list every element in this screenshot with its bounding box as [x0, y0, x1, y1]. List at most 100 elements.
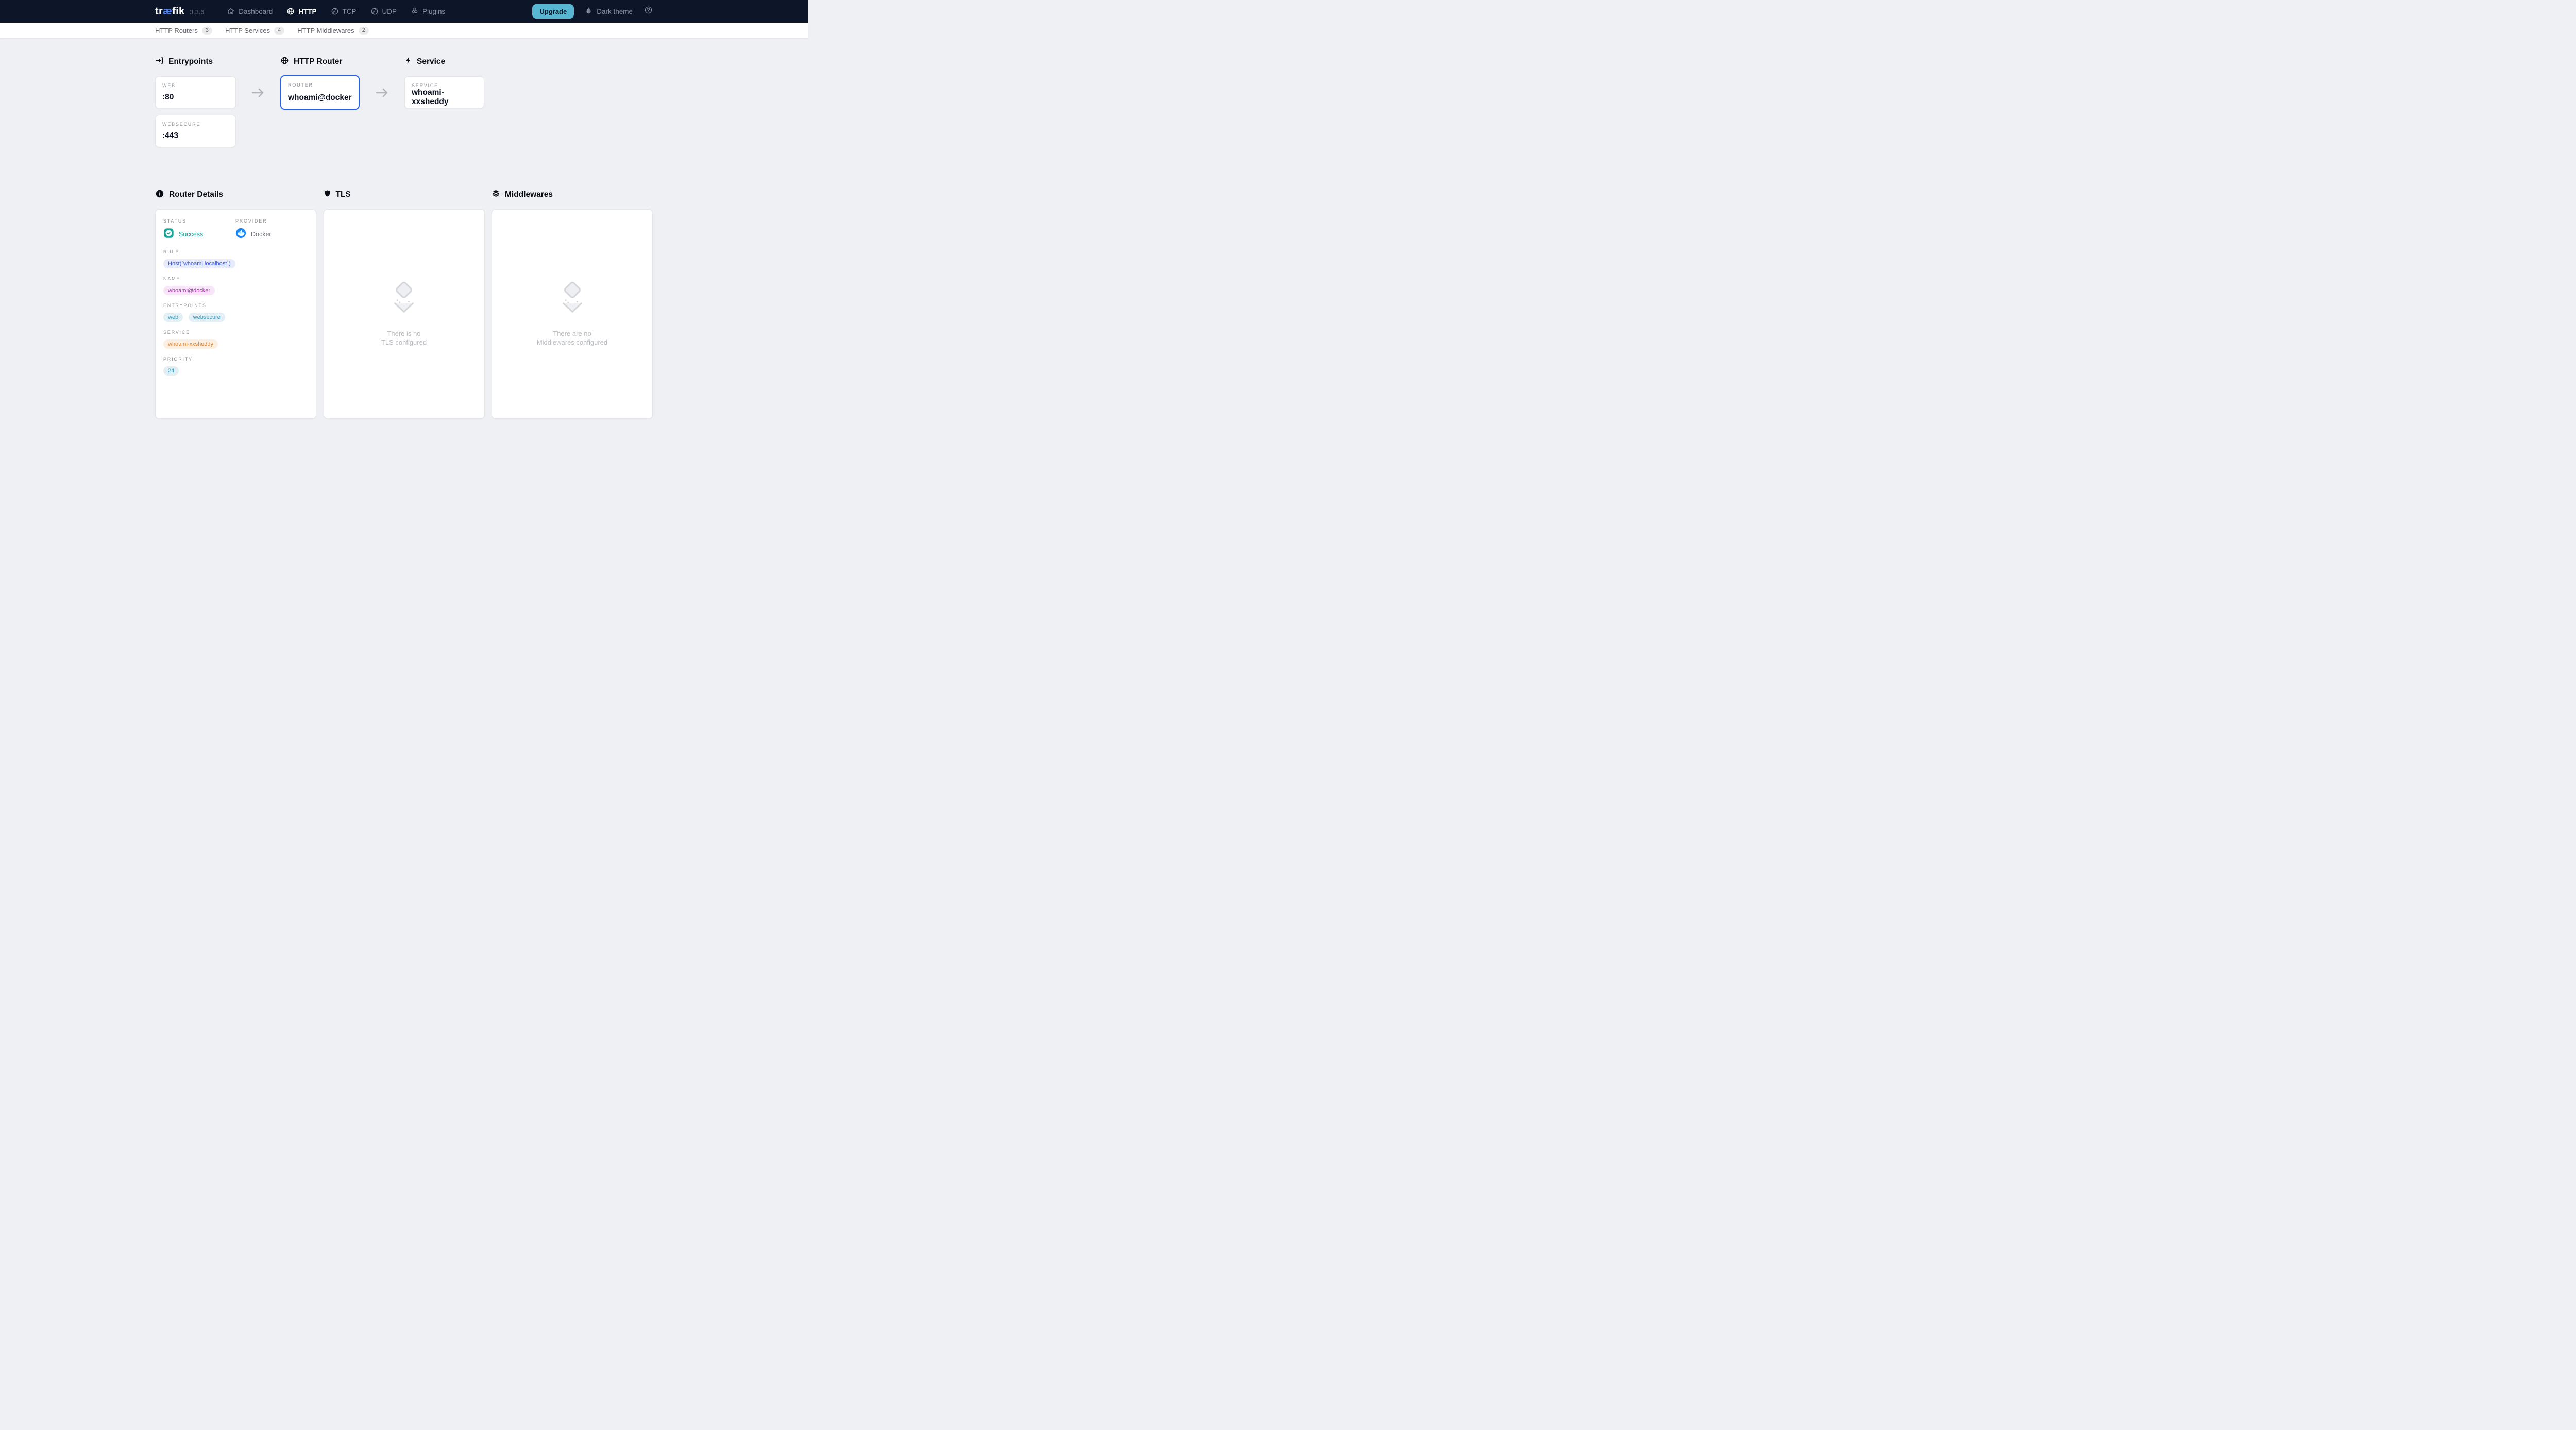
service-section-title: Service	[404, 57, 484, 66]
name-field: NAME whoami@docker	[163, 276, 308, 295]
cubes-icon	[411, 7, 419, 15]
provider-value: Docker	[251, 231, 272, 238]
lightning-icon	[404, 56, 412, 67]
priority-label: PRIORITY	[163, 356, 308, 362]
service-value-pill: whoami-xxsheddy	[163, 339, 218, 349]
router-details-card: STATUS Success	[155, 209, 316, 419]
section-title-text: Router Details	[169, 190, 223, 199]
help-button[interactable]	[644, 6, 653, 17]
tab-http-services[interactable]: HTTP Services 4	[225, 27, 284, 35]
top-navbar: træfik 3.3.6 Dashboard HTTP	[0, 0, 808, 23]
nav-item-http[interactable]: HTTP	[286, 7, 316, 15]
globe-icon	[286, 7, 295, 15]
nav-label: Dashboard	[239, 8, 273, 15]
entrypoint-pill-websecure: websecure	[189, 313, 225, 322]
nav-item-dashboard[interactable]: Dashboard	[227, 7, 273, 15]
logo-text: træfik	[155, 6, 184, 18]
nav-item-tcp[interactable]: TCP	[331, 7, 357, 15]
card-label: WEB	[162, 83, 229, 88]
empty-layers-icon	[387, 281, 420, 316]
tab-label: HTTP Middlewares	[297, 27, 354, 35]
info-icon	[155, 189, 164, 201]
router-section-title: HTTP Router	[280, 57, 360, 66]
card-value: :80	[162, 93, 229, 102]
service-label: SERVICE	[163, 330, 308, 335]
theme-label: Dark theme	[597, 8, 633, 15]
connector-icon	[331, 7, 339, 15]
tls-column: TLS There is no TLS configured	[324, 190, 485, 419]
tab-http-routers[interactable]: HTTP Routers 3	[155, 27, 212, 35]
card-value: whoami-xxsheddy	[412, 88, 477, 107]
tab-count-badge: 2	[359, 27, 369, 35]
entrypoint-pill-web: web	[163, 313, 183, 322]
theme-toggle[interactable]: Dark theme	[585, 7, 633, 16]
router-details-title: Router Details	[155, 190, 316, 199]
tab-http-middlewares[interactable]: HTTP Middlewares 2	[297, 27, 368, 35]
name-value-pill: whoami@docker	[163, 286, 215, 295]
status-field: STATUS Success	[163, 218, 235, 241]
home-icon	[227, 7, 235, 15]
provider-label: PROVIDER	[235, 218, 308, 224]
tab-label: HTTP Routers	[155, 27, 198, 35]
middlewares-column: Middlewares There are no Middlewares co	[492, 190, 653, 419]
empty-layers-icon	[556, 281, 589, 316]
rule-label: RULE	[163, 249, 308, 254]
entrypoints-section-title: Entrypoints	[155, 57, 236, 66]
priority-field: PRIORITY 24	[163, 356, 308, 376]
nav-label: UDP	[382, 8, 397, 15]
section-title-text: Middlewares	[505, 190, 553, 199]
shield-icon	[324, 189, 331, 200]
main-content: Entrypoints WEB :80 WEBSECURE :443	[0, 39, 808, 419]
card-label: SERVICE	[412, 83, 477, 88]
middlewares-empty-message: There are no Middlewares configured	[537, 329, 607, 347]
section-title-text: Service	[417, 57, 445, 66]
service-column: Service SERVICE whoami-xxsheddy	[404, 57, 484, 109]
card-label: WEBSECURE	[162, 122, 229, 127]
priority-value-pill: 24	[163, 366, 179, 376]
middlewares-card: There are no Middlewares configured	[492, 209, 653, 419]
enter-icon	[155, 56, 164, 67]
card-value: :443	[162, 131, 229, 141]
layers-icon	[492, 189, 500, 200]
connector-icon	[370, 7, 379, 15]
details-row: Router Details STATUS	[155, 190, 653, 419]
card-label: ROUTER	[288, 82, 352, 88]
entrypoint-card-web: WEB :80	[155, 76, 236, 109]
nav-label: TCP	[343, 8, 357, 15]
nav-item-plugins[interactable]: Plugins	[411, 7, 445, 15]
pipeline-arrow	[360, 57, 404, 147]
nav-item-udp[interactable]: UDP	[370, 7, 397, 15]
router-pipeline: Entrypoints WEB :80 WEBSECURE :443	[155, 57, 653, 147]
status-label: STATUS	[163, 218, 235, 224]
globe-icon	[280, 56, 289, 67]
traefik-logo[interactable]: træfik 3.3.6	[155, 6, 204, 18]
router-details-column: Router Details STATUS	[155, 190, 316, 419]
upgrade-button[interactable]: Upgrade	[532, 4, 574, 19]
entrypoint-card-websecure: WEBSECURE :443	[155, 115, 236, 147]
tls-card: There is no TLS configured	[324, 209, 485, 419]
version-label: 3.3.6	[190, 9, 204, 16]
service-card[interactable]: SERVICE whoami-xxsheddy	[404, 76, 484, 109]
main-nav: Dashboard HTTP TCP	[227, 7, 445, 15]
entrypoints-field: ENTRYPOINTS web websecure	[163, 303, 308, 322]
tab-label: HTTP Services	[225, 27, 270, 35]
http-subnav: HTTP Routers 3 HTTP Services 4 HTTP Midd…	[0, 23, 808, 39]
router-column: HTTP Router ROUTER whoami@docker	[280, 57, 360, 110]
rule-field: RULE Host(`whoami.localhost`)	[163, 249, 308, 268]
service-field: SERVICE whoami-xxsheddy	[163, 330, 308, 349]
status-value: Success	[179, 231, 203, 238]
tab-count-badge: 3	[202, 27, 212, 35]
droplet-icon	[585, 7, 592, 16]
nav-label: HTTP	[298, 8, 316, 15]
section-title-text: TLS	[336, 190, 351, 199]
middlewares-title: Middlewares	[492, 190, 653, 199]
docker-icon	[235, 228, 246, 241]
entrypoints-column: Entrypoints WEB :80 WEBSECURE :443	[155, 57, 236, 147]
tls-empty-message: There is no TLS configured	[381, 329, 427, 347]
nav-label: Plugins	[422, 8, 445, 15]
name-label: NAME	[163, 276, 308, 281]
router-card[interactable]: ROUTER whoami@docker	[280, 75, 360, 110]
section-title-text: Entrypoints	[168, 57, 213, 66]
tab-count-badge: 4	[274, 27, 284, 35]
entrypoints-label: ENTRYPOINTS	[163, 303, 308, 308]
